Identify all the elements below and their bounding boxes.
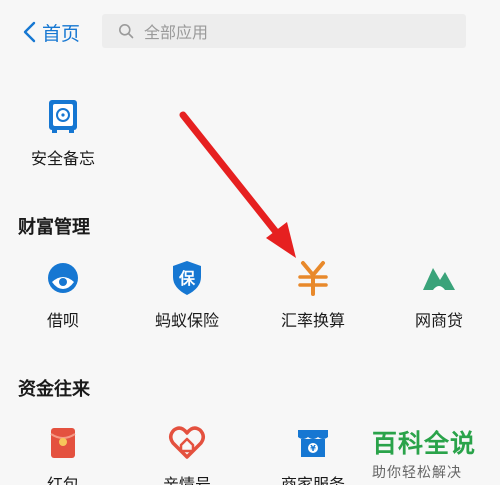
- app-label: 蚂蚁保险: [154, 311, 219, 330]
- app-merchant-service[interactable]: ¥ 商家服务: [258, 422, 368, 485]
- annotation-arrow: [179, 111, 296, 258]
- back-button[interactable]: 首页: [22, 18, 80, 46]
- app-safe-memo[interactable]: 安全备忘: [8, 96, 118, 169]
- red-envelope-icon: [43, 422, 83, 462]
- search-placeholder: 全部应用: [144, 23, 209, 42]
- app-label: 汇率换算: [280, 311, 345, 330]
- watermark-main: 百科全说: [372, 429, 477, 458]
- search-icon: [119, 24, 134, 39]
- insurance-shield-icon: 保: [167, 258, 207, 298]
- watermark-sub: 助你轻松解决: [372, 465, 462, 481]
- safe-box-icon: [43, 96, 83, 136]
- app-label: 安全备忘: [30, 149, 95, 168]
- app-label: 借呗: [46, 311, 79, 330]
- merchant-shop-icon: ¥: [293, 422, 333, 462]
- watermark: 百科全说 助你轻松解决: [372, 424, 492, 482]
- section-title-funds: 资金往来: [18, 379, 90, 400]
- app-exchange-rate[interactable]: 汇率换算: [258, 258, 368, 331]
- app-label: 亲情号: [162, 475, 211, 485]
- back-label: 首页: [42, 22, 81, 45]
- svg-text:¥: ¥: [310, 444, 316, 453]
- app-red-envelope[interactable]: 红包: [8, 422, 118, 485]
- jiebei-icon: [43, 258, 83, 298]
- app-family-number[interactable]: 亲情号: [132, 422, 242, 485]
- app-label: 网商贷: [414, 311, 463, 330]
- yuan-exchange-icon: [293, 258, 333, 298]
- app-jiebei[interactable]: 借呗: [8, 258, 118, 331]
- family-heart-icon: [167, 422, 207, 462]
- top-bar: 首页 全部应用: [0, 0, 500, 64]
- section-title-wealth: 财富管理: [18, 217, 90, 238]
- chevron-left-icon: [23, 21, 36, 43]
- app-label: 红包: [46, 475, 79, 485]
- mybank-loan-icon: [419, 258, 459, 298]
- svg-text:保: 保: [178, 269, 196, 288]
- search-input[interactable]: 全部应用: [102, 14, 466, 48]
- app-ant-insurance[interactable]: 保 蚂蚁保险: [132, 258, 242, 331]
- app-mybank-loan[interactable]: 网商贷: [384, 258, 494, 331]
- app-label: 商家服务: [280, 475, 345, 485]
